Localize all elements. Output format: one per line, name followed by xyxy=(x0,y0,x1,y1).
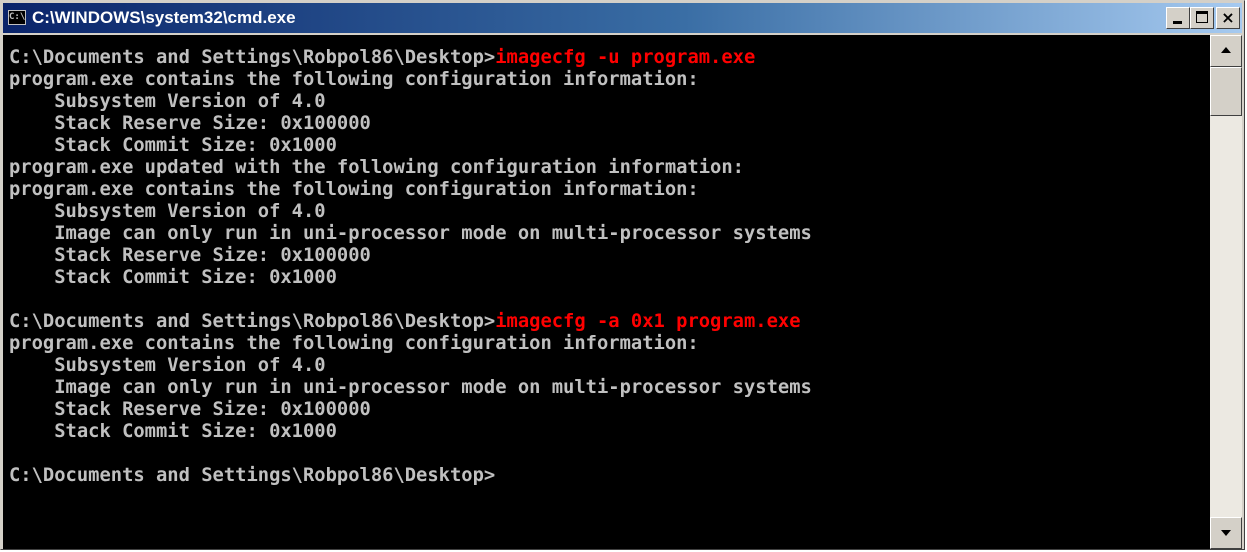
console-window: C:\ C:\WINDOWS\system32\cmd.exe × C:\Doc… xyxy=(0,0,1245,550)
output-line: Subsystem Version of 4.0 xyxy=(9,201,326,222)
minimize-icon xyxy=(1173,21,1182,24)
output-line: program.exe contains the following confi… xyxy=(9,179,699,200)
output-line: Subsystem Version of 4.0 xyxy=(9,355,326,376)
console-icon[interactable]: C:\ xyxy=(8,10,26,25)
command-text: imagecfg -a 0x1 program.exe xyxy=(495,311,801,332)
minimize-button[interactable] xyxy=(1166,7,1190,29)
prompt-text: C:\Documents and Settings\Robpol86\Deskt… xyxy=(9,465,496,486)
output-line: program.exe updated with the following c… xyxy=(9,157,744,178)
prompt-line: C:\Documents and Settings\Robpol86\Deskt… xyxy=(9,311,1210,333)
maximize-icon xyxy=(1196,11,1208,23)
scroll-thumb[interactable] xyxy=(1210,67,1242,116)
maximize-button[interactable] xyxy=(1190,7,1214,29)
output-line: Stack Commit Size: 0x1000 xyxy=(9,421,337,442)
window-title: C:\WINDOWS\system32\cmd.exe xyxy=(32,8,296,27)
title-bar[interactable]: C:\ C:\WINDOWS\system32\cmd.exe × xyxy=(3,3,1242,33)
prompt-text: C:\Documents and Settings\Robpol86\Deskt… xyxy=(9,311,496,332)
scroll-up-button[interactable] xyxy=(1210,35,1242,67)
console-output[interactable]: C:\Documents and Settings\Robpol86\Deskt… xyxy=(3,35,1210,549)
output-line: program.exe contains the following confi… xyxy=(9,333,699,354)
close-button[interactable]: × xyxy=(1216,7,1240,29)
output-line: Image can only run in uni-processor mode… xyxy=(9,223,812,244)
prompt-line: C:\Documents and Settings\Robpol86\Deskt… xyxy=(9,465,1210,487)
output-line: Stack Reserve Size: 0x100000 xyxy=(9,399,371,420)
output-line: Stack Reserve Size: 0x100000 xyxy=(9,245,371,266)
output-line: Subsystem Version of 4.0 xyxy=(9,91,326,112)
prompt-line: C:\Documents and Settings\Robpol86\Deskt… xyxy=(9,47,1210,69)
output-line: Image can only run in uni-processor mode… xyxy=(9,377,812,398)
command-text: imagecfg -u program.exe xyxy=(495,47,756,68)
output-line: Stack Commit Size: 0x1000 xyxy=(9,267,337,288)
vertical-scrollbar[interactable] xyxy=(1210,35,1242,549)
arrow-up-icon xyxy=(1221,47,1231,53)
output-line: Stack Commit Size: 0x1000 xyxy=(9,135,337,156)
window-controls: × xyxy=(1166,7,1240,29)
output-line: program.exe contains the following confi… xyxy=(9,69,699,90)
scroll-down-button[interactable] xyxy=(1210,517,1242,549)
prompt-text: C:\Documents and Settings\Robpol86\Deskt… xyxy=(9,47,496,68)
output-line: Stack Reserve Size: 0x100000 xyxy=(9,113,371,134)
close-icon: × xyxy=(1221,8,1235,27)
arrow-down-icon xyxy=(1221,530,1231,536)
